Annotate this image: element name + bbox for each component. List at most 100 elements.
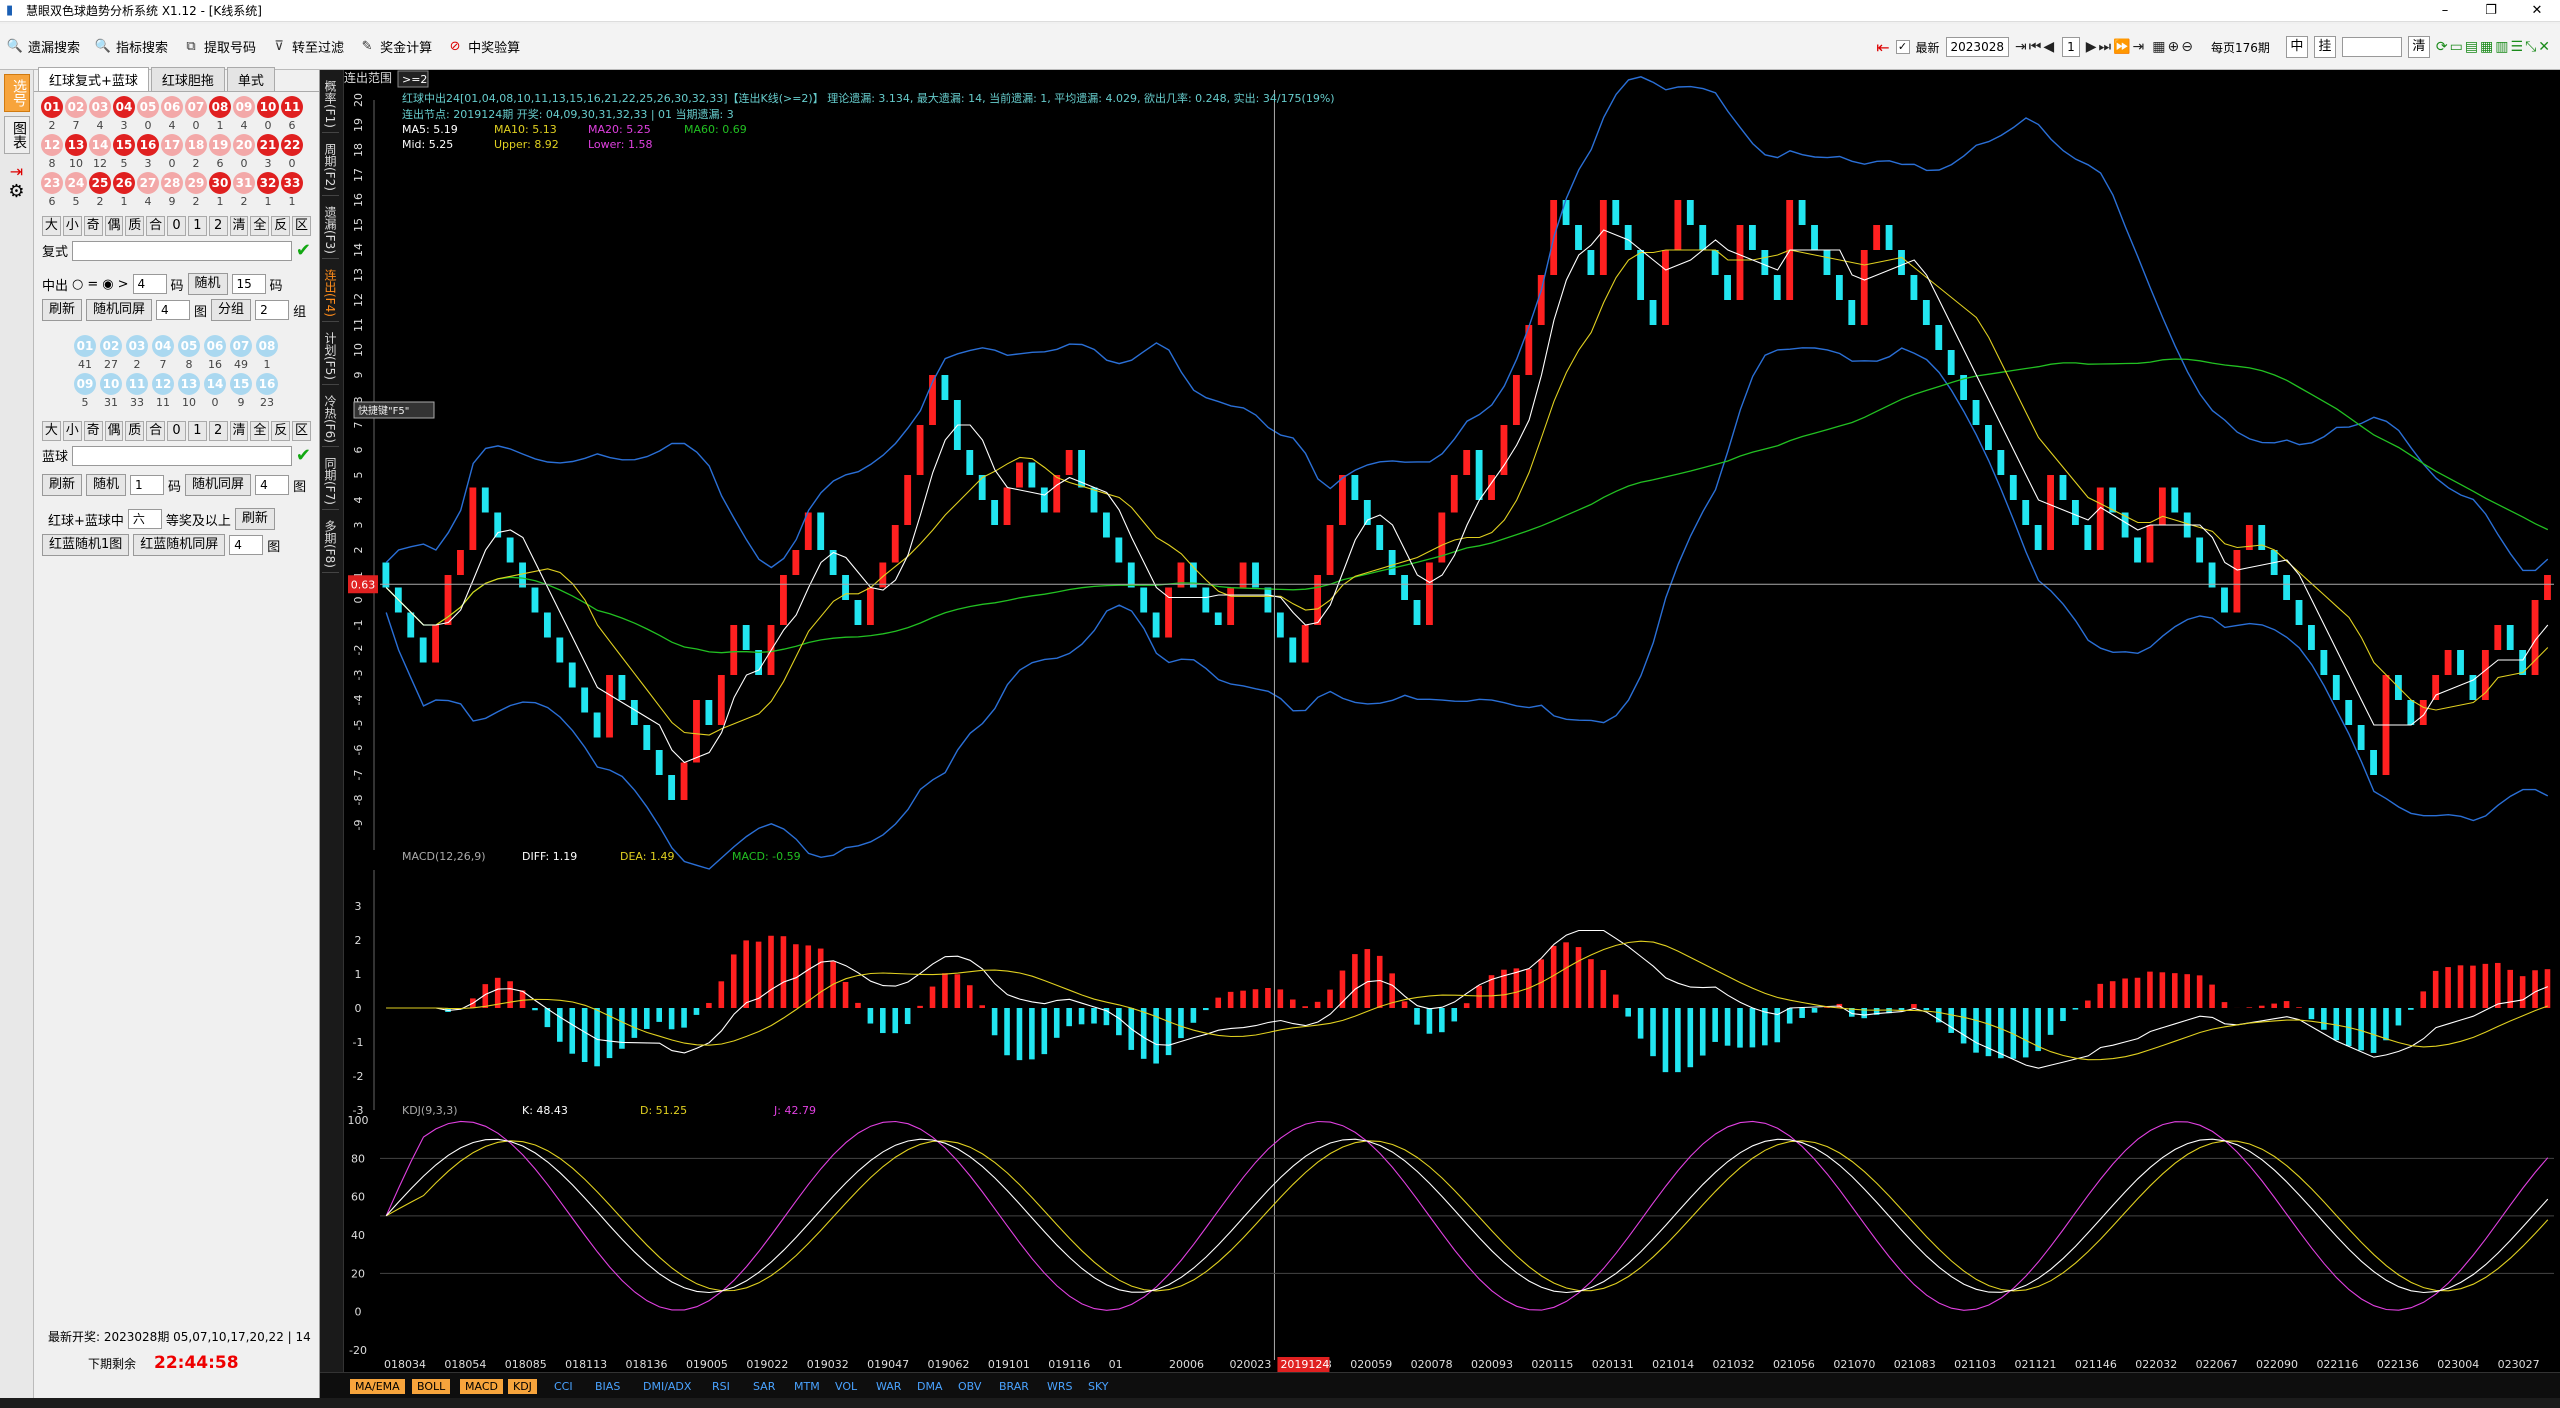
filter-button[interactable]: 0 — [167, 421, 186, 441]
same-count-stepper[interactable]: 4 — [156, 300, 191, 320]
red-ball[interactable]: 15 — [113, 134, 135, 156]
filter-button[interactable]: 1 — [187, 421, 207, 441]
tab-missing[interactable]: 遗漏(F3) — [322, 202, 339, 259]
red-ball[interactable]: 25 — [89, 172, 111, 194]
indicator-tab[interactable]: DMA — [912, 1379, 948, 1394]
blue-ball[interactable]: 08 — [256, 335, 278, 357]
fushi-input[interactable] — [72, 240, 292, 261]
issue-select[interactable]: 2023028 — [1945, 37, 2009, 57]
extract-numbers-button[interactable]: ⧉ 提取号码 — [182, 37, 256, 56]
filter-button[interactable]: 2 — [208, 421, 228, 441]
red-ball[interactable]: 26 — [113, 172, 135, 194]
tab-red-dantuo[interactable]: 红球胆拖 — [150, 67, 225, 91]
red-ball[interactable]: 23 — [41, 172, 63, 194]
win-verify-button[interactable]: ⊘ 中奖验算 — [446, 37, 520, 56]
indicator-tab[interactable]: MTM — [789, 1379, 825, 1394]
indicator-tab[interactable]: CCI — [549, 1379, 578, 1394]
kline-chart[interactable]: -9-8-7-6-5-4-3-2-10123456789101112131415… — [344, 70, 2560, 1372]
tab-plan[interactable]: 计划(F5) — [322, 328, 339, 385]
filter-button[interactable]: 合 — [146, 421, 166, 441]
red-ball[interactable]: 07 — [185, 96, 207, 118]
random-same-button[interactable]: 随机同屏 — [86, 299, 153, 321]
blue-ball[interactable]: 06 — [204, 335, 226, 357]
blue-ball[interactable]: 13 — [178, 373, 200, 395]
red-ball[interactable]: 32 — [257, 172, 279, 194]
indicator-tab[interactable]: MA/EMA — [350, 1379, 405, 1394]
filter-button[interactable]: 小 — [62, 216, 82, 236]
nav-back-icons[interactable]: ⇥⏮◀ — [2015, 39, 2056, 55]
red-ball[interactable]: 19 — [209, 134, 231, 156]
blue-random-button[interactable]: 随机 — [86, 474, 127, 496]
filter-button[interactable]: 1 — [187, 216, 207, 236]
check-icon[interactable]: ✔ — [296, 445, 311, 466]
filter-button[interactable]: 大 — [42, 421, 61, 441]
tab-red-fushi[interactable]: 红球复式+蓝球 — [38, 67, 149, 91]
indicator-tab[interactable]: SKY — [1083, 1379, 1114, 1394]
blue-ball[interactable]: 10 — [100, 373, 122, 395]
red-ball[interactable]: 05 — [137, 96, 159, 118]
indicator-tab[interactable]: BRAR — [994, 1379, 1034, 1394]
hang-button[interactable]: 挂 — [2313, 36, 2336, 58]
blue-random-stepper[interactable]: 1 — [130, 475, 165, 495]
latest-checkbox[interactable]: ✓ — [1895, 40, 1910, 54]
radio-eq[interactable]: ○ — [72, 277, 83, 292]
indicator-tab[interactable]: RSI — [707, 1379, 735, 1394]
radio-gt[interactable]: ◉ — [102, 277, 113, 292]
red-ball[interactable]: 16 — [137, 134, 159, 156]
red-ball[interactable]: 27 — [137, 172, 159, 194]
indicator-tab[interactable]: BOLL — [412, 1379, 451, 1394]
red-marker-icon[interactable]: ⇤ — [1876, 38, 1889, 57]
minimize-button[interactable]: – — [2422, 0, 2468, 22]
red-ball[interactable]: 18 — [185, 134, 207, 156]
filter-button[interactable]: 反 — [271, 421, 291, 441]
goto-filter-button[interactable]: ⊽ 转至过滤 — [270, 37, 344, 56]
ma-count-stepper[interactable]: 4 — [132, 274, 167, 294]
random-count-stepper[interactable]: 15 — [231, 274, 266, 294]
clear-button[interactable]: 清 — [2407, 36, 2430, 58]
mid-button[interactable]: 中 — [2285, 36, 2308, 58]
red-blue-random-same-button[interactable]: 红蓝随机同屏 — [133, 534, 226, 556]
blue-ball[interactable]: 03 — [126, 335, 148, 357]
combo-count-stepper[interactable]: 4 — [229, 535, 264, 555]
blue-ball[interactable]: 07 — [230, 335, 252, 357]
blue-ball[interactable]: 12 — [152, 373, 174, 395]
blue-ball[interactable]: 16 — [256, 373, 278, 395]
filter-button[interactable]: 区 — [292, 421, 311, 441]
filter-button[interactable]: 奇 — [83, 421, 103, 441]
filter-button[interactable]: 2 — [208, 216, 228, 236]
tab-cycle[interactable]: 周期(F2) — [322, 139, 339, 196]
nav-forward-icons[interactable]: ▶⏭⏩⇥ — [2086, 39, 2147, 55]
blue-random-same-button[interactable]: 随机同屏 — [185, 474, 252, 496]
tab-consecutive[interactable]: 连出(F4) — [322, 265, 339, 322]
tab-select-number[interactable]: 选号 — [4, 74, 30, 112]
indicator-tab[interactable]: WRS — [1042, 1379, 1078, 1394]
red-ball[interactable]: 09 — [233, 96, 255, 118]
random-button[interactable]: 随机 — [187, 273, 228, 295]
red-ball[interactable]: 31 — [233, 172, 255, 194]
blue-ball[interactable]: 14 — [204, 373, 226, 395]
filter-button[interactable]: 偶 — [104, 421, 124, 441]
gear-icon[interactable]: ⚙ — [0, 181, 33, 202]
red-ball[interactable]: 33 — [281, 172, 303, 194]
filter-button[interactable]: 全 — [250, 216, 270, 236]
filter-button[interactable]: 清 — [229, 216, 249, 236]
close-button[interactable]: ✕ — [2514, 0, 2560, 22]
indicator-tab[interactable]: OBV — [953, 1379, 986, 1394]
tab-probability[interactable]: 概率(F1) — [322, 76, 339, 133]
red-ball[interactable]: 03 — [89, 96, 111, 118]
filter-button[interactable]: 小 — [62, 421, 82, 441]
red-ball[interactable]: 22 — [281, 134, 303, 156]
page-input[interactable]: 1 — [2062, 37, 2080, 57]
indicator-tab[interactable]: KDJ — [508, 1379, 537, 1394]
red-ball[interactable]: 06 — [161, 96, 183, 118]
prize-level-select[interactable]: 六 — [127, 509, 162, 529]
indicator-tab[interactable]: BIAS — [590, 1379, 625, 1394]
red-ball[interactable]: 29 — [185, 172, 207, 194]
filter-button[interactable]: 合 — [146, 216, 166, 236]
filter-button[interactable]: 质 — [125, 216, 145, 236]
filter-button[interactable]: 全 — [250, 421, 270, 441]
red-ball[interactable]: 21 — [257, 134, 279, 156]
red-ball[interactable]: 04 — [113, 96, 135, 118]
check-icon[interactable]: ✔ — [296, 240, 311, 261]
filter-button[interactable]: 大 — [42, 216, 61, 236]
